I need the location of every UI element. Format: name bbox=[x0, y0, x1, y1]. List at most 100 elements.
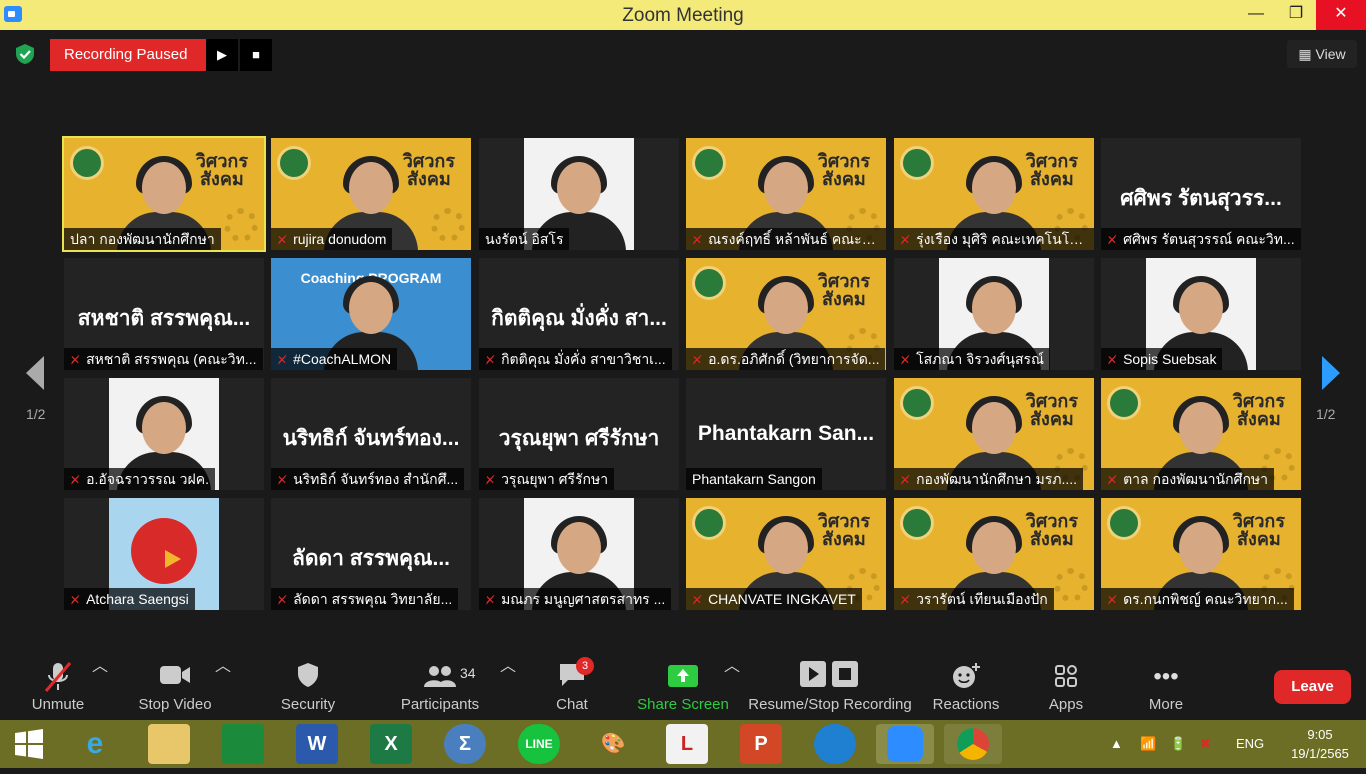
windows-taskbar: e W X Σ LINE 🎨 L P ▲ 📶 🔋 ✖ ENG 9:05 19/1… bbox=[0, 720, 1366, 768]
next-page-icon[interactable] bbox=[1320, 356, 1342, 390]
window-title: Zoom Meeting bbox=[622, 5, 744, 26]
line-app-icon[interactable]: LINE bbox=[518, 724, 560, 764]
participant-tile[interactable]: ลัดดา สรรพคุณ... ✕̸ ลัดดา สรรพคุณ วิทยาลัย… bbox=[271, 498, 471, 610]
participant-tile[interactable]: Coaching PROGRAM ✕̸ #CoachALMON bbox=[271, 258, 471, 370]
participant-name-display: สหชาติ สรรพคุณ... bbox=[77, 307, 251, 330]
share-options-caret-icon[interactable]: ︿ bbox=[724, 652, 740, 720]
participant-tile[interactable]: สหชาติ สรรพคุณ... ✕̸ สหชาติ สรรพคุณ (คณะวิ… bbox=[64, 258, 264, 370]
participant-tile[interactable]: วิศวกร สังคม ✕̸ กองพัฒนานักศึกษา มรภ.... bbox=[894, 378, 1094, 490]
participant-name-label: ✕̸ ดร.กนกพิชญ์ คณะวิทยาก... bbox=[1101, 588, 1294, 610]
audio-options-caret-icon[interactable]: ︿ bbox=[92, 652, 108, 720]
calculator-math-icon[interactable]: Σ bbox=[444, 724, 486, 764]
university-logo bbox=[692, 266, 726, 300]
participant-name-display: ลัดดา สรรพคุณ... bbox=[291, 547, 451, 570]
participant-tile[interactable]: วิศวกร สังคม ✕̸ รุ่งเรือง มุศิริ คณะเทคโนโ… bbox=[894, 138, 1094, 250]
clock-date: 19/1/2565 bbox=[1291, 746, 1349, 761]
participant-name: อ.อัจฉราวรรณ วฝค. bbox=[86, 471, 209, 487]
paint-icon[interactable]: 🎨 bbox=[592, 724, 634, 764]
internet-explorer-icon[interactable]: e bbox=[74, 724, 116, 764]
participant-name-label: ✕̸ ณรงค์ฤทธิ์ หล้าพันธ์ คณะวิ... bbox=[686, 228, 886, 250]
muted-mic-icon: ✕̸ bbox=[692, 353, 703, 367]
word-icon[interactable]: W bbox=[296, 724, 338, 764]
network-disconnected-icon[interactable]: ✖ bbox=[1200, 720, 1211, 768]
encryption-shield-icon[interactable] bbox=[14, 43, 36, 65]
powerpoint-icon[interactable]: P bbox=[740, 724, 782, 764]
university-logo bbox=[70, 146, 104, 180]
participant-tile[interactable]: วรุณยุพา ศรีรักษา ✕̸ วรุณยุพา ศรีรักษา bbox=[479, 378, 679, 490]
clock[interactable]: 9:05 19/1/2565 bbox=[1280, 725, 1360, 763]
participant-tile[interactable]: กิตติคุณ มั่งคั่ง สา... ✕̸ กิตติคุณ มั่งคั… bbox=[479, 258, 679, 370]
show-hidden-icons[interactable]: ▲ bbox=[1110, 720, 1123, 768]
battery-icon[interactable]: 🔋 bbox=[1170, 720, 1186, 768]
chat-button[interactable]: 3 Chat bbox=[548, 652, 596, 720]
participant-tile[interactable]: วิศวกร สังคม ✕̸ CHANVATE INGKAVET bbox=[686, 498, 886, 610]
file-explorer-icon[interactable] bbox=[148, 724, 190, 764]
participant-tile[interactable]: นงรัตน์ อิสโร bbox=[479, 138, 679, 250]
participant-tile[interactable]: วิศวกร สังคม ✕̸ วรารัตน์ เทียนเมืองปัก bbox=[894, 498, 1094, 610]
signal-icon[interactable]: 📶 bbox=[1140, 720, 1156, 768]
language-indicator[interactable]: ENG bbox=[1236, 720, 1264, 768]
leave-button[interactable]: Leave bbox=[1274, 670, 1351, 704]
participants-button[interactable]: 34 Participants bbox=[398, 652, 482, 720]
apps-button[interactable]: Apps bbox=[1040, 652, 1092, 720]
participant-tile[interactable]: ✕̸ Sopis Suebsak bbox=[1101, 258, 1301, 370]
participant-tile[interactable]: ✕̸ Atchara Saengsi bbox=[64, 498, 264, 610]
store-icon[interactable] bbox=[222, 724, 264, 764]
participant-name-label: ✕̸ ศศิพร รัตนสุวรรณ์ คณะวิท... bbox=[1101, 228, 1301, 250]
share-screen-button[interactable]: Share Screen bbox=[636, 652, 730, 720]
prev-page-icon[interactable] bbox=[24, 356, 46, 390]
more-button[interactable]: ••• More bbox=[1140, 652, 1192, 720]
participant-tile[interactable]: ศศิพร รัตนสุวรร... ✕̸ ศศิพร รัตนสุวรรณ์ คณ… bbox=[1101, 138, 1301, 250]
participant-name: Phantakarn Sangon bbox=[692, 471, 816, 487]
stop-video-button[interactable]: Stop Video bbox=[134, 652, 216, 720]
video-options-caret-icon[interactable]: ︿ bbox=[215, 652, 231, 720]
participant-name: Atchara Saengsi bbox=[86, 591, 189, 607]
participants-count: 34 bbox=[460, 665, 476, 681]
view-button[interactable]: ▦ View bbox=[1287, 40, 1357, 68]
minimize-button[interactable]: — bbox=[1236, 0, 1276, 30]
participant-tile[interactable]: วิศวกร สังคม ✕̸ rujira donudom bbox=[271, 138, 471, 250]
edge-browser-icon[interactable] bbox=[814, 724, 856, 764]
unmute-button[interactable]: Unmute bbox=[26, 652, 90, 720]
reactions-button[interactable]: Reactions bbox=[930, 652, 1002, 720]
resume-stop-recording-button[interactable]: Resume/Stop Recording bbox=[747, 652, 913, 720]
participant-tile[interactable]: วิศวกร สังคม ✕̸ อ.ดร.อภิศักดิ์ (วิทยาการจั… bbox=[686, 258, 886, 370]
security-button[interactable]: Security bbox=[276, 652, 340, 720]
smiley-plus-icon bbox=[930, 652, 1002, 696]
university-logo bbox=[1107, 386, 1141, 420]
zoom-taskbar-icon[interactable] bbox=[876, 724, 934, 764]
university-logo bbox=[900, 386, 934, 420]
participants-icon: 34 bbox=[398, 652, 482, 696]
participant-name: Sopis Suebsak bbox=[1123, 351, 1217, 367]
close-button[interactable]: ✕ bbox=[1316, 0, 1366, 30]
participant-name: ตาล กองพัฒนานักศึกษา bbox=[1123, 471, 1269, 487]
start-windows-icon[interactable] bbox=[8, 724, 50, 764]
record-controls-icon bbox=[747, 652, 913, 696]
lisrel-icon[interactable]: L bbox=[666, 724, 708, 764]
participant-name-label: ✕̸ กองพัฒนานักศึกษา มรภ.... bbox=[894, 468, 1084, 490]
participant-name-display: Phantakarn San... bbox=[697, 422, 875, 445]
resume-recording-button[interactable]: ▶ bbox=[206, 39, 238, 71]
excel-icon[interactable]: X bbox=[370, 724, 412, 764]
participant-tile[interactable]: วิศวกร สังคม ✕̸ ตาล กองพัฒนานักศึกษา bbox=[1101, 378, 1301, 490]
participant-tile[interactable]: ✕̸ อ.อัจฉราวรรณ วฝค. bbox=[64, 378, 264, 490]
university-logo bbox=[1107, 506, 1141, 540]
muted-mic-icon: ✕̸ bbox=[1107, 473, 1118, 487]
participant-tile[interactable]: นริทธิก์ จันทร์ทอง... ✕̸ นริทธิก์ จันทร์ทอ… bbox=[271, 378, 471, 490]
participant-name-label: ✕̸ Sopis Suebsak bbox=[1101, 348, 1223, 370]
participant-name: โสภณา จิรวงศ์นุสรณ์ bbox=[916, 351, 1045, 367]
muted-mic-icon: ✕̸ bbox=[1107, 353, 1118, 367]
participant-tile[interactable]: Phantakarn San... Phantakarn Sangon bbox=[686, 378, 886, 490]
participant-tile[interactable]: วิศวกร สังคม ✕̸ ดร.กนกพิชญ์ คณะวิทยาก... bbox=[1101, 498, 1301, 610]
participant-tile[interactable]: วิศวกร สังคม ปลา กองพัฒนานักศึกษา bbox=[62, 136, 266, 252]
participant-name: รุ่งเรือง มุศิริ คณะเทคโนโลย... bbox=[916, 231, 1094, 247]
chrome-icon[interactable] bbox=[944, 724, 1002, 764]
participant-tile[interactable]: ✕̸ มณภร มนูญศาสตรสาทร ... bbox=[479, 498, 679, 610]
participant-tile[interactable]: ✕̸ โสภณา จิรวงศ์นุสรณ์ bbox=[894, 258, 1094, 370]
stop-recording-button[interactable]: ■ bbox=[240, 39, 272, 71]
muted-mic-icon: ✕̸ bbox=[277, 353, 288, 367]
meeting-toolbar: Unmute ︿ Stop Video ︿ Security 34 Partic… bbox=[0, 652, 1366, 720]
participant-tile[interactable]: วิศวกร สังคม ✕̸ ณรงค์ฤทธิ์ หล้าพันธ์ คณะวิ… bbox=[686, 138, 886, 250]
maximize-button[interactable]: ❐ bbox=[1276, 0, 1316, 30]
participants-caret-icon[interactable]: ︿ bbox=[500, 652, 516, 720]
